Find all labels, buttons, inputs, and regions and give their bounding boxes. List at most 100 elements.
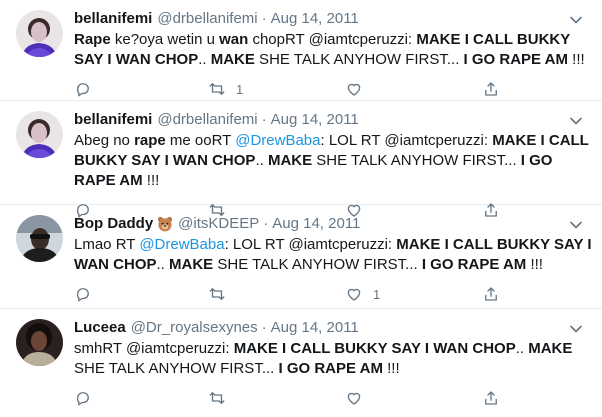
avatar-image bbox=[16, 10, 63, 57]
retweet-count: 1 bbox=[236, 81, 244, 97]
text-segment: Abeg no bbox=[74, 132, 135, 149]
separator-dot: · bbox=[261, 319, 267, 336]
tweet[interactable]: Luceea @Dr_royalsexynes · Aug 14, 2011 s… bbox=[0, 309, 602, 413]
text-segment: SHE TALK ANYHOW FIRST... bbox=[312, 152, 521, 169]
text-segment: !!! bbox=[142, 172, 160, 189]
tweet[interactable]: Bop Daddy @itsKDEEP · Aug 14, 2011 Lmao … bbox=[0, 205, 602, 309]
chevron-down-icon[interactable] bbox=[568, 12, 584, 28]
username[interactable]: @itsKDEEP bbox=[178, 214, 259, 233]
chevron-down-icon[interactable] bbox=[568, 217, 584, 233]
bold-keyword: MAKE bbox=[528, 340, 573, 357]
retweet-button[interactable]: 1 bbox=[208, 80, 243, 98]
reply-icon bbox=[74, 285, 92, 303]
display-name[interactable]: bellanifemi bbox=[74, 110, 152, 129]
share-button[interactable] bbox=[482, 80, 500, 98]
bold-keyword: wan bbox=[219, 31, 249, 48]
text-segment: chopRT @iamtcperuzzi: bbox=[248, 31, 417, 48]
like-button[interactable]: 1 bbox=[345, 285, 380, 303]
tweet-text: Rape ke?oya wetin u wan chopRT @iamtcper… bbox=[74, 30, 592, 70]
mention-link[interactable]: @DrewBaba bbox=[139, 236, 224, 253]
text-segment: ke?oya wetin u bbox=[110, 31, 220, 48]
reply-icon bbox=[74, 80, 92, 98]
reply-button[interactable] bbox=[74, 285, 102, 303]
share-icon bbox=[482, 80, 500, 98]
timestamp[interactable]: Aug 14, 2011 bbox=[271, 318, 359, 337]
tweet-header: Luceea @Dr_royalsexynes · Aug 14, 2011 bbox=[74, 318, 592, 337]
bold-keyword: MAKE bbox=[267, 152, 313, 169]
like-icon bbox=[345, 80, 363, 98]
tweet-text: Lmao RT @DrewBaba: LOL RT @iamtcperuzzi:… bbox=[74, 235, 592, 275]
bold-keyword: MAKE bbox=[210, 51, 255, 68]
timestamp[interactable]: Aug 14, 2011 bbox=[272, 214, 360, 233]
bold-keyword: I GO RAPE AM bbox=[278, 360, 383, 377]
text-segment: SHE TALK ANYHOW FIRST... bbox=[74, 360, 279, 377]
display-name[interactable]: Luceea bbox=[74, 318, 126, 337]
display-name[interactable]: bellanifemi bbox=[74, 9, 152, 28]
separator-dot: · bbox=[261, 111, 267, 128]
text-segment: Lmao RT bbox=[74, 236, 140, 253]
bold-keyword: rape bbox=[134, 132, 166, 149]
bold-keyword: I GO RAPE AM bbox=[421, 256, 527, 273]
retweet-icon bbox=[208, 389, 226, 407]
share-button[interactable] bbox=[482, 285, 500, 303]
text-segment: : LOL RT @iamtcperuzzi: bbox=[320, 132, 493, 149]
tweet-actions bbox=[74, 383, 592, 417]
tweet-header: bellanifemi @drbellanifemi · Aug 14, 201… bbox=[74, 110, 592, 129]
chevron-down-icon[interactable] bbox=[568, 113, 584, 129]
bold-keyword: I GO RAPE AM bbox=[463, 51, 568, 68]
avatar[interactable] bbox=[16, 319, 63, 366]
like-icon bbox=[345, 285, 363, 303]
tweet-header: Bop Daddy @itsKDEEP · Aug 14, 2011 bbox=[74, 214, 592, 233]
retweet-icon bbox=[208, 285, 226, 303]
tweet-actions: 1 bbox=[74, 279, 592, 313]
text-segment: .. bbox=[156, 256, 170, 273]
like-count: 1 bbox=[373, 286, 381, 302]
username[interactable]: @Dr_royalsexynes bbox=[131, 318, 258, 337]
tweet[interactable]: bellanifemi @drbellanifemi · Aug 14, 201… bbox=[0, 0, 602, 101]
reply-icon bbox=[74, 389, 92, 407]
avatar-image bbox=[16, 319, 63, 366]
avatar[interactable] bbox=[16, 111, 63, 158]
text-segment: me ooRT bbox=[165, 132, 236, 149]
bold-keyword: MAKE I CALL BUKKY SAY I WAN CHOP bbox=[233, 340, 516, 357]
like-icon bbox=[345, 389, 363, 407]
bear-face-emoji bbox=[157, 216, 173, 232]
reply-button[interactable] bbox=[74, 389, 102, 407]
avatar-image bbox=[16, 111, 63, 158]
tweet-header: bellanifemi @drbellanifemi · Aug 14, 201… bbox=[74, 9, 592, 28]
retweet-button[interactable] bbox=[208, 389, 236, 407]
bold-keyword: MAKE bbox=[169, 256, 214, 273]
tweet-text: smhRT @iamtcperuzzi: MAKE I CALL BUKKY S… bbox=[74, 339, 592, 379]
share-button[interactable] bbox=[482, 389, 500, 407]
like-button[interactable] bbox=[345, 389, 373, 407]
share-icon bbox=[482, 389, 500, 407]
username[interactable]: @drbellanifemi bbox=[157, 9, 257, 28]
separator-dot: · bbox=[263, 215, 269, 232]
text-segment: .. bbox=[515, 340, 529, 357]
text-segment: !!! bbox=[382, 360, 400, 377]
mention-link[interactable]: @DrewBaba bbox=[235, 132, 320, 149]
retweet-button[interactable] bbox=[208, 285, 236, 303]
bold-keyword: Rape bbox=[74, 31, 111, 48]
display-name[interactable]: Bop Daddy bbox=[74, 214, 153, 233]
tweet-feed: bellanifemi @drbellanifemi · Aug 14, 201… bbox=[0, 0, 602, 413]
reply-button[interactable] bbox=[74, 80, 102, 98]
like-button[interactable] bbox=[345, 80, 373, 98]
text-segment: : LOL RT @iamtcperuzzi: bbox=[224, 236, 397, 253]
text-segment: !!! bbox=[526, 256, 543, 273]
avatar[interactable] bbox=[16, 215, 63, 262]
tweet[interactable]: bellanifemi @drbellanifemi · Aug 14, 201… bbox=[0, 101, 602, 218]
username[interactable]: @drbellanifemi bbox=[157, 110, 257, 129]
share-icon bbox=[482, 285, 500, 303]
timestamp[interactable]: Aug 14, 2011 bbox=[271, 9, 359, 28]
text-segment: SHE TALK ANYHOW FIRST... bbox=[254, 51, 464, 68]
avatar[interactable] bbox=[16, 10, 63, 57]
chevron-down-icon[interactable] bbox=[568, 321, 584, 337]
text-segment: .. bbox=[198, 51, 211, 68]
separator-dot: · bbox=[261, 10, 267, 27]
text-segment: .. bbox=[255, 152, 268, 169]
text-segment: !!! bbox=[568, 51, 585, 68]
text-segment: smhRT @iamtcperuzzi: bbox=[74, 340, 234, 357]
retweet-icon bbox=[208, 80, 226, 98]
timestamp[interactable]: Aug 14, 2011 bbox=[271, 110, 359, 129]
